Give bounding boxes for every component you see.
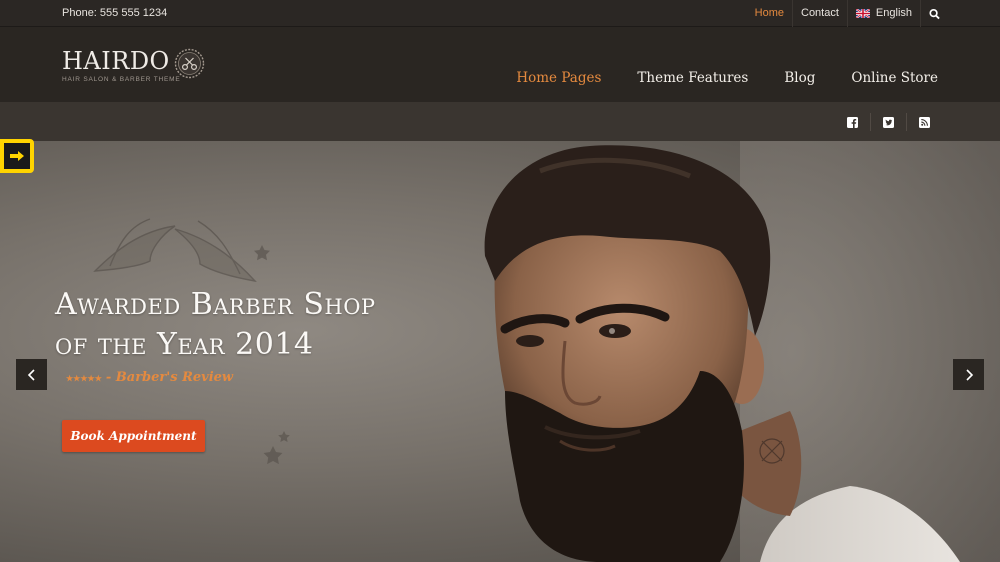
twitter-link[interactable] (870, 113, 906, 131)
hero-review: ★★★★★ - Barber's Review (66, 370, 233, 385)
social-links (834, 113, 942, 131)
slider-next-button[interactable] (953, 359, 984, 390)
rss-link[interactable] (906, 113, 942, 131)
arrow-right-icon (10, 151, 24, 161)
hero-slider: Awarded Barber Shop of the Year 2014 ★★★… (0, 141, 1000, 562)
hero-title-line1: Awarded Barber Shop (55, 287, 376, 322)
nav-theme-features[interactable]: Theme Features (637, 70, 748, 86)
chevron-right-icon (965, 368, 973, 381)
chevron-left-icon (27, 368, 35, 381)
language-selector[interactable]: English (846, 0, 920, 27)
top-nav-home-label: Home (754, 7, 784, 19)
nav-blog[interactable]: Blog (784, 70, 815, 86)
top-nav-contact[interactable]: Contact (792, 0, 847, 27)
search-icon (929, 8, 940, 19)
hero-title-line2: of the Year 2014 (55, 327, 314, 362)
top-nav-home[interactable]: Home (747, 0, 792, 27)
logo-name: HAIRDO (62, 47, 170, 75)
uk-flag-icon (855, 9, 870, 18)
twitter-icon (883, 116, 894, 128)
swallow-art (93, 218, 257, 283)
facebook-icon (846, 116, 858, 128)
nav-online-store[interactable]: Online Store (851, 70, 938, 86)
language-label: English (875, 7, 912, 19)
main-nav: Home Pages Theme Features Blog Online St… (516, 70, 938, 86)
review-source: - Barber's Review (105, 370, 234, 385)
slider-prev-button[interactable] (16, 359, 47, 390)
book-appointment-button[interactable]: Book Appointment (62, 420, 205, 452)
side-panel-toggle-inner (4, 143, 30, 169)
top-nav-contact-label: Contact (801, 7, 839, 19)
facebook-link[interactable] (834, 113, 870, 131)
logo[interactable]: HAIRDO HAIR SALON & BARBER THEME (62, 47, 205, 83)
side-panel-toggle[interactable] (0, 139, 34, 173)
scissors-emblem-icon (174, 48, 205, 79)
hero-title: Awarded Barber Shop of the Year 2014 (55, 285, 376, 365)
top-search-button[interactable] (920, 0, 948, 27)
site-header: HAIRDO HAIR SALON & BARBER THEME Home Pa… (0, 27, 1000, 102)
top-nav: Home Contact English (747, 0, 948, 27)
phone-number: Phone: 555 555 1234 (62, 7, 168, 19)
nav-home-pages[interactable]: Home Pages (516, 70, 601, 86)
top-bar: Phone: 555 555 1234 Home Contact English (0, 0, 1000, 27)
rss-icon (919, 116, 930, 128)
logo-tagline: HAIR SALON & BARBER THEME (62, 76, 181, 83)
social-bar (0, 102, 1000, 141)
rating-stars: ★★★★★ (66, 372, 102, 383)
